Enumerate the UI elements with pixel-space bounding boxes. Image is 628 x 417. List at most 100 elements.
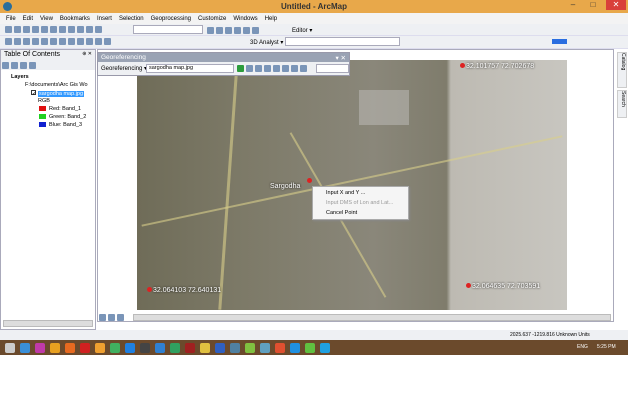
- taskbar-app-icon[interactable]: [200, 342, 210, 353]
- taskbar-app-icon[interactable]: [140, 342, 150, 353]
- new-icon[interactable]: [5, 26, 12, 33]
- shift-icon[interactable]: [264, 65, 271, 72]
- viewer-icon[interactable]: [291, 65, 298, 72]
- taskbar-app-icon[interactable]: [170, 342, 180, 353]
- select-icon[interactable]: [77, 38, 84, 45]
- start-icon[interactable]: [5, 342, 15, 353]
- menu-bookmarks[interactable]: Bookmarks: [60, 16, 90, 22]
- taskbar-skype-icon[interactable]: [320, 342, 330, 353]
- print-icon[interactable]: [32, 26, 39, 33]
- 3d-layer-combo[interactable]: [285, 37, 400, 46]
- refresh-icon[interactable]: [117, 314, 124, 321]
- list-by-selection-icon[interactable]: [29, 62, 36, 69]
- search-icon[interactable]: [234, 27, 241, 34]
- search-tab[interactable]: Search: [617, 90, 627, 118]
- table-icon[interactable]: [216, 27, 223, 34]
- full-extent-icon[interactable]: [32, 38, 39, 45]
- delete-icon[interactable]: [68, 26, 75, 33]
- clock[interactable]: 5:25 PM: [597, 344, 616, 350]
- zoom-out-icon[interactable]: [14, 38, 21, 45]
- layer-name[interactable]: sargodha map.jpg: [38, 91, 85, 97]
- taskbar-app-icon[interactable]: [65, 342, 75, 353]
- menu-geoprocessing[interactable]: Geoprocessing: [151, 16, 191, 22]
- identify-icon[interactable]: [86, 38, 93, 45]
- close-button[interactable]: ✕: [606, 0, 626, 10]
- georef-close-icon[interactable]: ▾ ✕: [335, 54, 346, 62]
- toc-scrollbar[interactable]: [3, 320, 93, 327]
- find-icon[interactable]: [95, 38, 102, 45]
- zoom-in-icon[interactable]: [5, 38, 12, 45]
- taskbar-word-icon[interactable]: [215, 342, 225, 353]
- maximize-button[interactable]: □: [585, 0, 601, 10]
- taskbar-app-icon[interactable]: [20, 342, 30, 353]
- taskbar-app-icon[interactable]: [125, 342, 135, 353]
- scale-icon[interactable]: [273, 65, 280, 72]
- rotate-dropdown-icon[interactable]: [300, 65, 307, 72]
- menu-edit[interactable]: Edit: [23, 16, 33, 22]
- menu-help[interactable]: Help: [265, 16, 277, 22]
- taskbar-app-icon[interactable]: [95, 342, 105, 353]
- folder-item[interactable]: F:\documents\Arc Gis Wo: [25, 82, 88, 88]
- menu-customize[interactable]: Customize: [198, 16, 226, 22]
- catalog-tab[interactable]: Catalog: [617, 52, 627, 88]
- menu-input-x-y[interactable]: Input X and Y ...: [326, 190, 365, 196]
- fixed-zoom-out-icon[interactable]: [50, 38, 57, 45]
- data-view-icon[interactable]: [99, 314, 106, 321]
- list-by-drawing-order-icon[interactable]: [2, 62, 9, 69]
- taskbar-app-icon[interactable]: [80, 342, 90, 353]
- pan-icon[interactable]: [23, 38, 30, 45]
- add-control-points-icon[interactable]: [237, 65, 244, 72]
- editor-toolbar-icon[interactable]: [207, 27, 214, 34]
- taskbar-app-icon[interactable]: [155, 342, 165, 353]
- menu-insert[interactable]: Insert: [97, 16, 112, 22]
- layer-checkbox[interactable]: ✓: [31, 90, 37, 97]
- list-by-source-icon[interactable]: [11, 62, 18, 69]
- catalog-icon[interactable]: [225, 27, 232, 34]
- map-horizontal-scrollbar[interactable]: [133, 314, 611, 321]
- menu-windows[interactable]: Windows: [233, 16, 257, 22]
- paste-icon[interactable]: [59, 26, 66, 33]
- list-by-visibility-icon[interactable]: [20, 62, 27, 69]
- cut-icon[interactable]: [41, 26, 48, 33]
- color-swatch[interactable]: [552, 39, 567, 44]
- redo-icon[interactable]: [86, 26, 93, 33]
- taskbar-app-icon[interactable]: [185, 342, 195, 353]
- taskbar-app-icon[interactable]: [305, 342, 315, 353]
- minimize-button[interactable]: –: [565, 0, 581, 10]
- taskbar-powerpoint-icon[interactable]: [275, 342, 285, 353]
- rotate-icon[interactable]: [255, 65, 262, 72]
- menu-selection[interactable]: Selection: [119, 16, 144, 22]
- layer-select[interactable]: sargodha map.jpg: [146, 64, 234, 73]
- scale-combo[interactable]: [133, 25, 203, 34]
- rotation-input[interactable]: [316, 64, 349, 73]
- auto-adjust-icon[interactable]: [246, 65, 253, 72]
- menu-view[interactable]: View: [40, 16, 53, 22]
- georeferencing-menu[interactable]: Georeferencing ▾: [101, 65, 147, 72]
- layout-view-icon[interactable]: [108, 314, 115, 321]
- taskbar-app-icon[interactable]: [290, 342, 300, 353]
- toc-pin-close[interactable]: ⊕ ✕: [82, 51, 92, 57]
- editor-menu[interactable]: Editor ▾: [292, 27, 312, 34]
- forward-icon[interactable]: [68, 38, 75, 45]
- link-table-icon[interactable]: [282, 65, 289, 72]
- control-point[interactable]: [307, 178, 313, 185]
- taskbar-app-icon[interactable]: [110, 342, 120, 353]
- menu-cancel-point[interactable]: Cancel Point: [326, 210, 357, 216]
- measure-icon[interactable]: [104, 38, 111, 45]
- undo-icon[interactable]: [77, 26, 84, 33]
- 3d-analyst-menu[interactable]: 3D Analyst ▾: [250, 39, 283, 46]
- layers-frame[interactable]: Layers: [11, 74, 29, 80]
- save-icon[interactable]: [23, 26, 30, 33]
- taskbar-app-icon[interactable]: [260, 342, 270, 353]
- taskbar-app-icon[interactable]: [35, 342, 45, 353]
- open-icon[interactable]: [14, 26, 21, 33]
- taskbar-app-icon[interactable]: [245, 342, 255, 353]
- menu-file[interactable]: File: [6, 16, 16, 22]
- control-point[interactable]: 32.101757 72.702678: [460, 63, 534, 70]
- python-icon[interactable]: [252, 27, 259, 34]
- back-icon[interactable]: [59, 38, 66, 45]
- taskbar-arcmap-icon[interactable]: [230, 342, 240, 353]
- map-image[interactable]: Sargodha 32.101757 72.702678 32.064103 7…: [137, 60, 567, 310]
- arctoolbox-icon[interactable]: [243, 27, 250, 34]
- control-point[interactable]: 32.064635 72.703591: [466, 283, 540, 290]
